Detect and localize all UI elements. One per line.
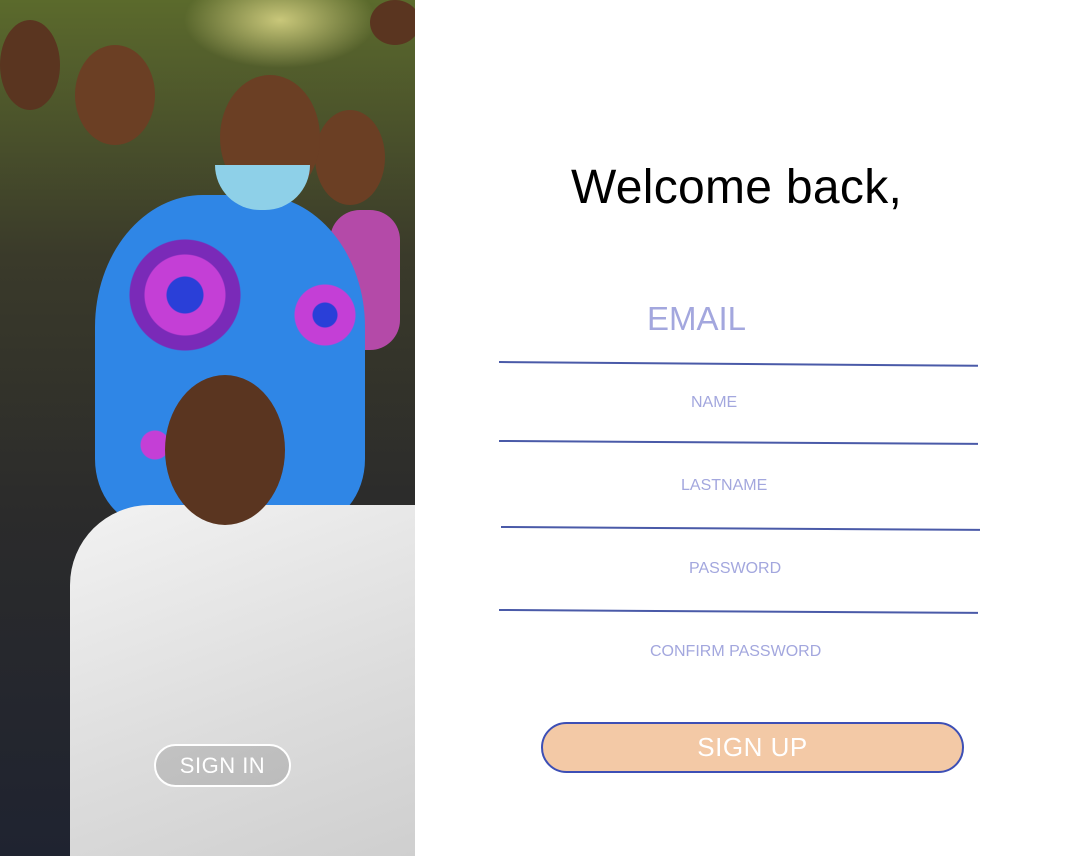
group-photo: SIGN IN xyxy=(0,0,415,856)
lastname-underline xyxy=(500,526,980,531)
password-underline xyxy=(498,609,978,614)
person-head xyxy=(75,45,155,145)
person-head xyxy=(0,20,60,110)
confirm-password-field[interactable]: CONFIRM PASSWORD xyxy=(650,643,821,661)
name-underline xyxy=(498,440,978,445)
email-field[interactable]: EMAIL xyxy=(647,300,746,338)
page-title: Welcome back, xyxy=(571,161,903,214)
name-field[interactable]: NAME xyxy=(691,394,737,412)
person-head xyxy=(370,0,415,45)
person-shirt xyxy=(70,505,415,856)
sign-up-button[interactable]: SIGN UP xyxy=(541,722,964,773)
person-head xyxy=(165,375,285,525)
sign-in-button[interactable]: SIGN IN xyxy=(154,744,291,787)
password-field[interactable]: PASSWORD xyxy=(689,560,781,578)
email-underline xyxy=(498,361,978,367)
person-head xyxy=(315,110,385,205)
lastname-field[interactable]: LASTNAME xyxy=(681,477,767,495)
